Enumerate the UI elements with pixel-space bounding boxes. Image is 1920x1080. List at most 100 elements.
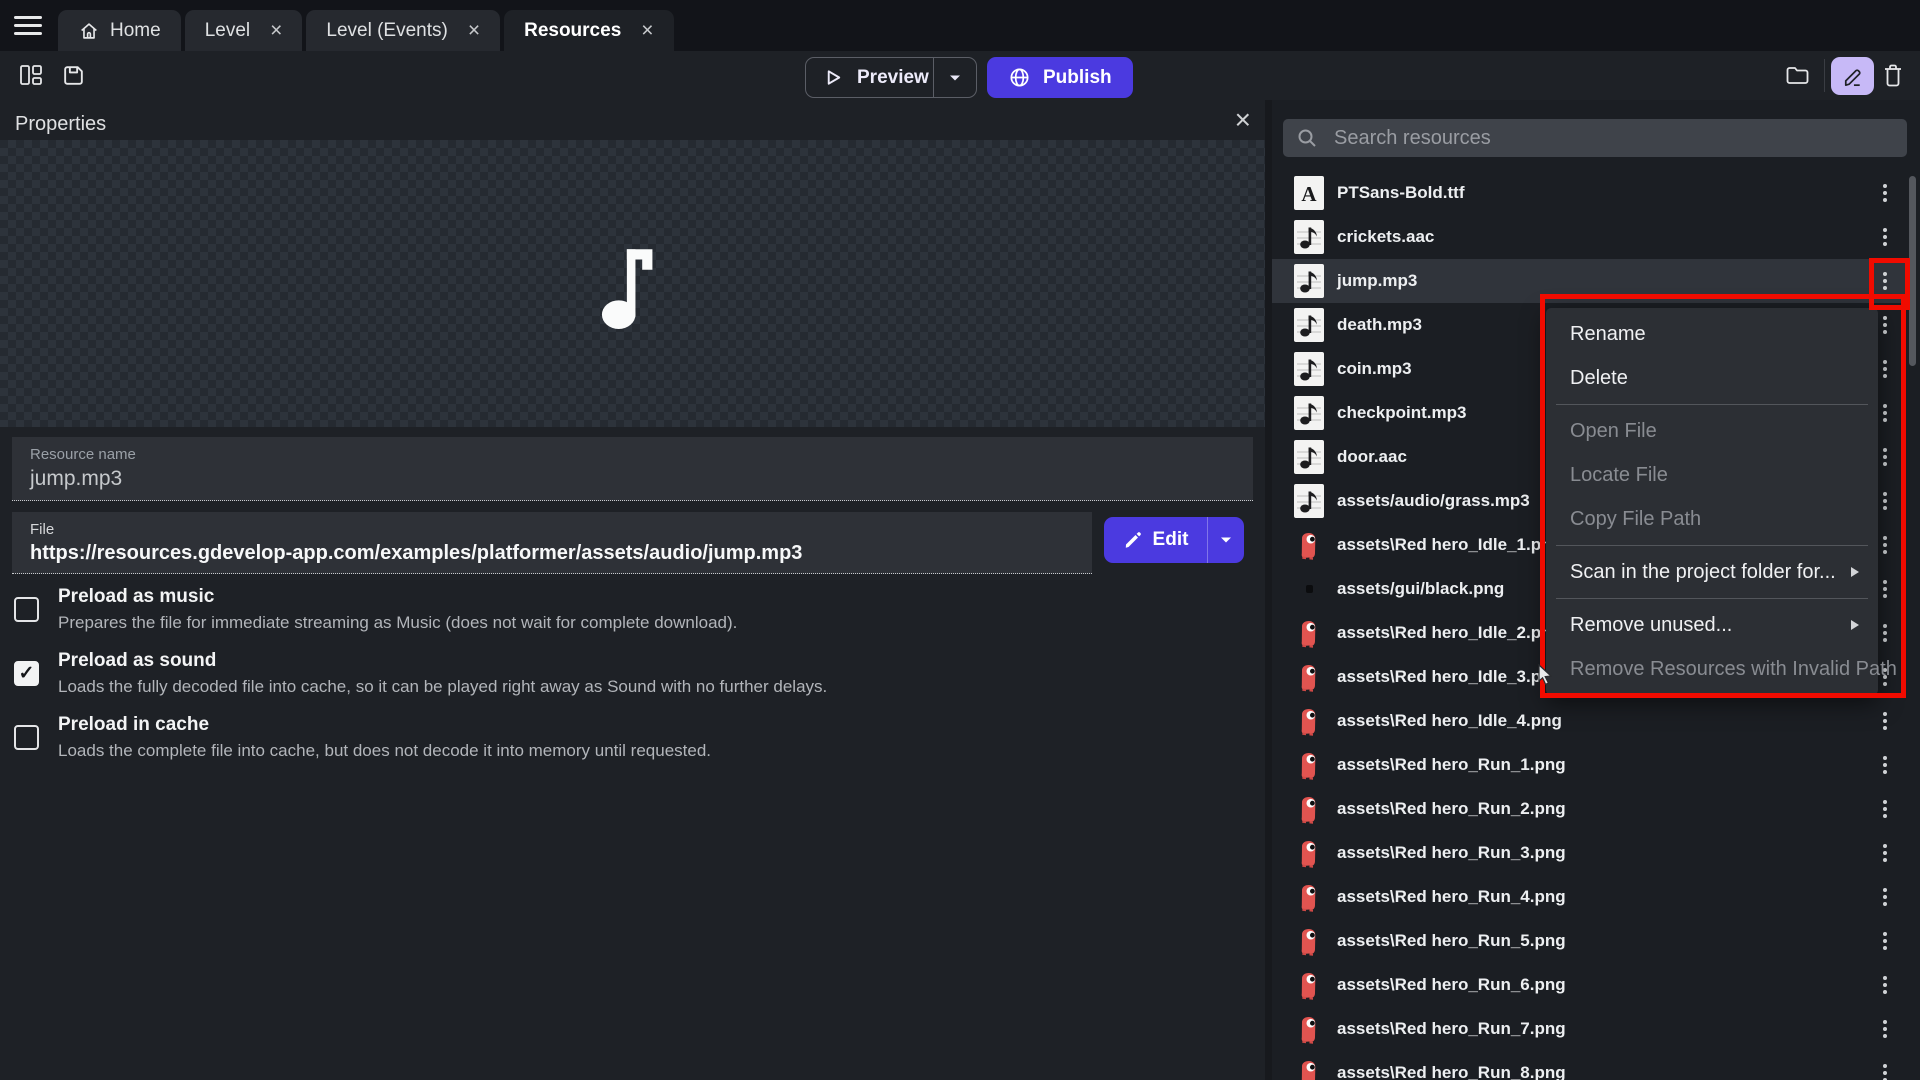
- tab-home[interactable]: Home: [58, 10, 181, 51]
- edit-button-main[interactable]: Edit: [1104, 517, 1207, 563]
- resource-row-assets-red-hero-run-4-png[interactable]: assets\Red hero_Run_4.png: [1272, 875, 1909, 919]
- toolbar-divider: [1824, 59, 1825, 92]
- file-field[interactable]: File https://resources.gdevelop-app.com/…: [12, 512, 1092, 574]
- resource-menu-icon[interactable]: [1870, 1059, 1900, 1080]
- preview-button-main[interactable]: Preview: [806, 58, 933, 97]
- resource-name: assets\Red hero_Idle_3.png: [1337, 667, 1562, 687]
- image-thumbnail-icon: [1294, 704, 1324, 738]
- resource-row-assets-red-hero-run-8-png[interactable]: assets\Red hero_Run_8.png: [1272, 1051, 1909, 1080]
- resource-menu-icon[interactable]: [1870, 179, 1900, 207]
- preview-button[interactable]: Preview: [805, 57, 977, 98]
- resource-menu-icon[interactable]: [1870, 707, 1900, 735]
- resource-row-assets-red-hero-run-3-png[interactable]: assets\Red hero_Run_3.png: [1272, 831, 1909, 875]
- menu-item-label: Scan in the project folder for...: [1570, 561, 1836, 583]
- tab-close-icon[interactable]: ×: [641, 19, 653, 43]
- tab-level-events[interactable]: Level (Events) ×: [306, 10, 500, 51]
- resource-menu-icon[interactable]: [1870, 267, 1900, 295]
- resource-name: assets/audio/grass.mp3: [1337, 491, 1530, 511]
- publish-button[interactable]: Publish: [987, 57, 1133, 98]
- edit-label: Edit: [1153, 529, 1189, 551]
- resource-name: assets\Red hero_Run_5.png: [1337, 931, 1566, 951]
- preload-option-preload-in-cache[interactable]: Preload in cache Loads the complete file…: [14, 714, 1164, 761]
- tab-strip: HomeLevel×Level (Events)×Resources×: [58, 10, 674, 51]
- resource-name: assets\Red hero_Run_8.png: [1337, 1063, 1566, 1080]
- resource-name-label: Resource name: [30, 446, 136, 463]
- trash-icon[interactable]: [1874, 56, 1912, 94]
- image-thumbnail-icon: [1294, 968, 1324, 1002]
- checkbox-checked[interactable]: [14, 661, 39, 686]
- checkbox-unchecked[interactable]: [14, 725, 39, 750]
- preload-option-preload-as-music[interactable]: Preload as music Prepares the file for i…: [14, 586, 1164, 633]
- menu-divider: [1556, 598, 1868, 599]
- search-box[interactable]: [1283, 119, 1907, 157]
- resource-row-assets-red-hero-run-5-png[interactable]: assets\Red hero_Run_5.png: [1272, 919, 1909, 963]
- resource-row-assets-red-hero-run-6-png[interactable]: assets\Red hero_Run_6.png: [1272, 963, 1909, 1007]
- preload-option-description: Loads the fully decoded file into cache,…: [58, 677, 827, 697]
- image-thumbnail-icon: [1294, 748, 1324, 782]
- resource-menu-icon[interactable]: [1870, 223, 1900, 251]
- image-thumbnail-icon: [1294, 528, 1324, 562]
- tab-level[interactable]: Level×: [185, 10, 303, 51]
- menu-item-label: Rename: [1570, 323, 1646, 345]
- preload-option-preload-as-sound[interactable]: Preload as sound Loads the fully decoded…: [14, 650, 1164, 697]
- resource-name: assets\Red hero_Idle_1.png: [1337, 535, 1562, 555]
- resource-row-assets-red-hero-run-2-png[interactable]: assets\Red hero_Run_2.png: [1272, 787, 1909, 831]
- resource-menu-icon[interactable]: [1870, 971, 1900, 999]
- edit-button[interactable]: Edit: [1104, 517, 1244, 563]
- resource-name: death.mp3: [1337, 315, 1422, 335]
- publish-label: Publish: [1043, 67, 1112, 89]
- resource-menu-icon[interactable]: [1870, 751, 1900, 779]
- audio-file-icon: [1294, 396, 1324, 430]
- tab-close-icon[interactable]: ×: [468, 19, 480, 43]
- image-thumbnail-icon: [1294, 880, 1324, 914]
- menu-item-remove-unused[interactable]: Remove unused...: [1546, 603, 1878, 647]
- resource-row-jump-mp3[interactable]: jump.mp3: [1272, 259, 1909, 303]
- resource-name: crickets.aac: [1337, 227, 1434, 247]
- menu-item-rename[interactable]: Rename: [1546, 312, 1878, 356]
- resource-row-crickets-aac[interactable]: crickets.aac: [1272, 215, 1909, 259]
- edit-dropdown-button[interactable]: [1207, 517, 1244, 563]
- resource-menu-icon[interactable]: [1870, 883, 1900, 911]
- preview-dropdown-button[interactable]: [933, 58, 976, 97]
- resource-name-field[interactable]: Resource name jump.mp3: [12, 437, 1253, 501]
- image-thumbnail-icon: [1294, 792, 1324, 826]
- resource-name: jump.mp3: [1337, 271, 1417, 291]
- menu-item-copy-file-path: Copy File Path: [1546, 497, 1878, 541]
- preload-option-text: Preload as sound Loads the fully decoded…: [58, 650, 827, 697]
- folder-icon[interactable]: [1778, 56, 1816, 94]
- edit-mode-button[interactable]: [1831, 57, 1874, 95]
- menu-item-remove-resources-with-invalid-path: Remove Resources with Invalid Path: [1546, 647, 1878, 691]
- resource-menu-icon[interactable]: [1870, 795, 1900, 823]
- toolbar: Preview Publish: [0, 51, 1920, 100]
- scrollbar[interactable]: [1909, 176, 1916, 366]
- menu-item-delete[interactable]: Delete: [1546, 356, 1878, 400]
- menu-item-scan-in-the-project-folder-for[interactable]: Scan in the project folder for...: [1546, 550, 1878, 594]
- resource-row-assets-red-hero-run-7-png[interactable]: assets\Red hero_Run_7.png: [1272, 1007, 1909, 1051]
- tab-close-icon[interactable]: ×: [270, 19, 282, 43]
- resource-name: PTSans-Bold.ttf: [1337, 183, 1465, 203]
- resource-menu-icon[interactable]: [1870, 1015, 1900, 1043]
- hamburger-menu-icon[interactable]: [14, 16, 42, 36]
- tab-label: Level (Events): [326, 20, 447, 42]
- close-icon[interactable]: ×: [1235, 106, 1251, 134]
- checkbox-unchecked[interactable]: [14, 597, 39, 622]
- properties-title: Properties: [15, 113, 106, 136]
- preload-option-title: Preload as music: [58, 586, 737, 608]
- pencil-icon: [1123, 530, 1143, 550]
- properties-panel: Properties × Resource name jump.mp3 File…: [0, 100, 1265, 1080]
- pencil-icon: [1840, 64, 1865, 89]
- resource-row-assets-red-hero-run-1-png[interactable]: assets\Red hero_Run_1.png: [1272, 743, 1909, 787]
- search-input[interactable]: [1332, 126, 1894, 151]
- panels-layout-icon[interactable]: [12, 56, 50, 94]
- search-icon: [1296, 127, 1318, 149]
- save-icon[interactable]: [54, 56, 92, 94]
- resource-row-assets-red-hero-idle-4-png[interactable]: assets\Red hero_Idle_4.png: [1272, 699, 1909, 743]
- chevron-down-icon: [949, 74, 961, 82]
- menu-divider: [1556, 404, 1868, 405]
- tab-resources[interactable]: Resources×: [504, 10, 673, 51]
- file-label: File: [30, 521, 54, 538]
- resource-menu-icon[interactable]: [1870, 839, 1900, 867]
- svg-text:A: A: [1301, 182, 1317, 206]
- resource-row-ptsans-bold-ttf[interactable]: A PTSans-Bold.ttf: [1272, 171, 1909, 215]
- resource-menu-icon[interactable]: [1870, 927, 1900, 955]
